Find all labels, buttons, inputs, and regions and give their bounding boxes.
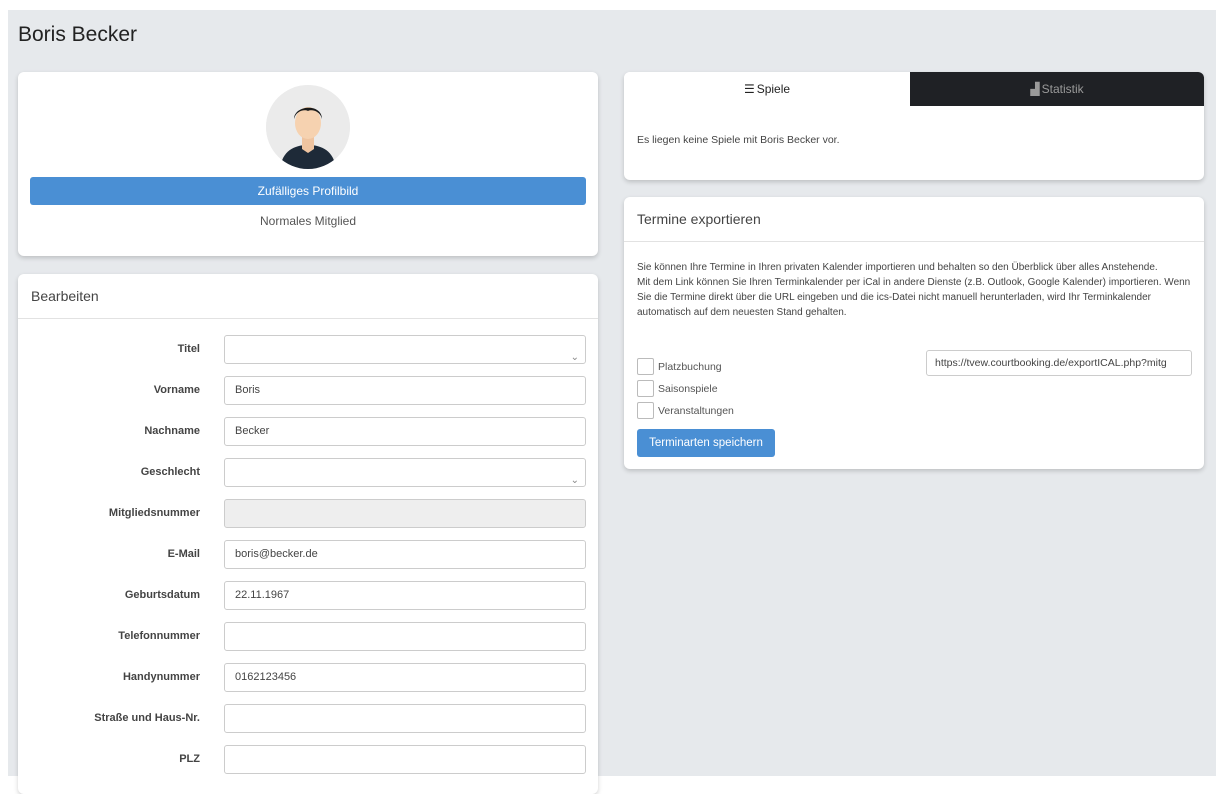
- birthdate-label: Geburtsdatum: [124, 589, 200, 601]
- form-row-birthdate: Geburtsdatum 22.11.1967: [18, 581, 598, 610]
- export-description-2: Mit dem Link können Sie Ihren Terminkale…: [637, 277, 1191, 318]
- events-checkbox[interactable]: [637, 402, 654, 419]
- phone-input[interactable]: [224, 622, 586, 651]
- mobile-label: Handynummer: [122, 671, 200, 683]
- chevron-down-icon: ⌄: [570, 352, 579, 363]
- form-row-gender: Geschlecht ⌄: [18, 458, 598, 487]
- chevron-down-icon: ⌄: [570, 475, 579, 486]
- court-booking-label: Platzbuchung: [658, 361, 722, 373]
- games-stats-card: ☰ Spiele ▟ Statistik Es liegen keine Spiel…: [624, 72, 1204, 180]
- zip-input[interactable]: [224, 745, 586, 774]
- lastname-label: Nachname: [144, 425, 200, 437]
- lastname-input[interactable]: Becker: [224, 417, 586, 446]
- form-row-phone: Telefonnummer: [18, 622, 598, 651]
- member-type-label: Normales Mitglied: [259, 214, 357, 228]
- avatar: [266, 85, 350, 169]
- member-number-input: [224, 499, 586, 528]
- profile-card: Zufälliges Profilbild Normales Mitglied: [18, 72, 598, 256]
- random-profile-picture-button[interactable]: Zufälliges Profilbild: [30, 177, 586, 205]
- form-row-member-number: Mitgliedsnummer: [18, 499, 598, 528]
- title-label: Titel: [177, 343, 200, 355]
- email-input[interactable]: boris@becker.de: [224, 540, 586, 569]
- form-row-zip: PLZ: [18, 745, 598, 774]
- export-description-1: Sie können Ihre Termine in Ihren private…: [637, 262, 1158, 273]
- bar-chart-icon: ▟: [1030, 82, 1040, 96]
- birthdate-input[interactable]: 22.11.1967: [224, 581, 586, 610]
- form-row-street: Straße und Haus-Nr.: [18, 704, 598, 733]
- firstname-input[interactable]: Boris: [224, 376, 586, 405]
- ical-url-input[interactable]: https://tvew.courtbooking.de/exportICAL.…: [926, 350, 1192, 376]
- title-select[interactable]: ⌄: [224, 335, 586, 364]
- list-icon: ☰: [743, 82, 755, 96]
- form-row-lastname: Nachname Becker: [18, 417, 598, 446]
- street-input[interactable]: [224, 704, 586, 733]
- export-card: Termine exportieren Sie können Ihre Term…: [624, 197, 1204, 469]
- save-event-types-button[interactable]: Terminarten speichern: [637, 429, 775, 457]
- no-games-message: Es liegen keine Spiele mit Boris Becker …: [637, 134, 840, 146]
- season-games-checkbox[interactable]: [637, 380, 654, 397]
- season-games-label: Saisonspiele: [658, 383, 718, 395]
- zip-label: PLZ: [179, 753, 200, 765]
- form-row-mobile: Handynummer 0162123456: [18, 663, 598, 692]
- mobile-input[interactable]: 0162123456: [224, 663, 586, 692]
- events-label: Veranstaltungen: [658, 405, 734, 417]
- form-row-title: Titel ⌄: [18, 335, 598, 364]
- edit-card: Bearbeiten Titel ⌄ Vorname Boris Nachnam…: [18, 274, 598, 794]
- edit-card-header: Bearbeiten: [18, 274, 598, 319]
- court-booking-checkbox[interactable]: [637, 358, 654, 375]
- tab-statistics-label: Statistik: [1041, 82, 1084, 96]
- form-row-email: E-Mail boris@becker.de: [18, 540, 598, 569]
- export-description: Sie können Ihre Termine in Ihren private…: [637, 260, 1193, 320]
- tab-games[interactable]: ☰ Spiele: [624, 72, 910, 106]
- member-number-label: Mitgliedsnummer: [108, 507, 200, 519]
- form-row-firstname: Vorname Boris: [18, 376, 598, 405]
- street-label: Straße und Haus-Nr.: [94, 712, 200, 724]
- phone-label: Telefonnummer: [118, 630, 200, 642]
- gender-label: Geschlecht: [140, 466, 200, 478]
- page-title: Boris Becker: [18, 23, 138, 46]
- gender-select[interactable]: ⌄: [224, 458, 586, 487]
- email-label: E-Mail: [167, 548, 200, 560]
- tab-games-label: Spiele: [756, 82, 791, 96]
- avatar-person-icon: [266, 85, 350, 169]
- export-card-header: Termine exportieren: [624, 197, 1204, 242]
- tab-statistics[interactable]: ▟ Statistik: [910, 72, 1204, 106]
- firstname-label: Vorname: [153, 384, 200, 396]
